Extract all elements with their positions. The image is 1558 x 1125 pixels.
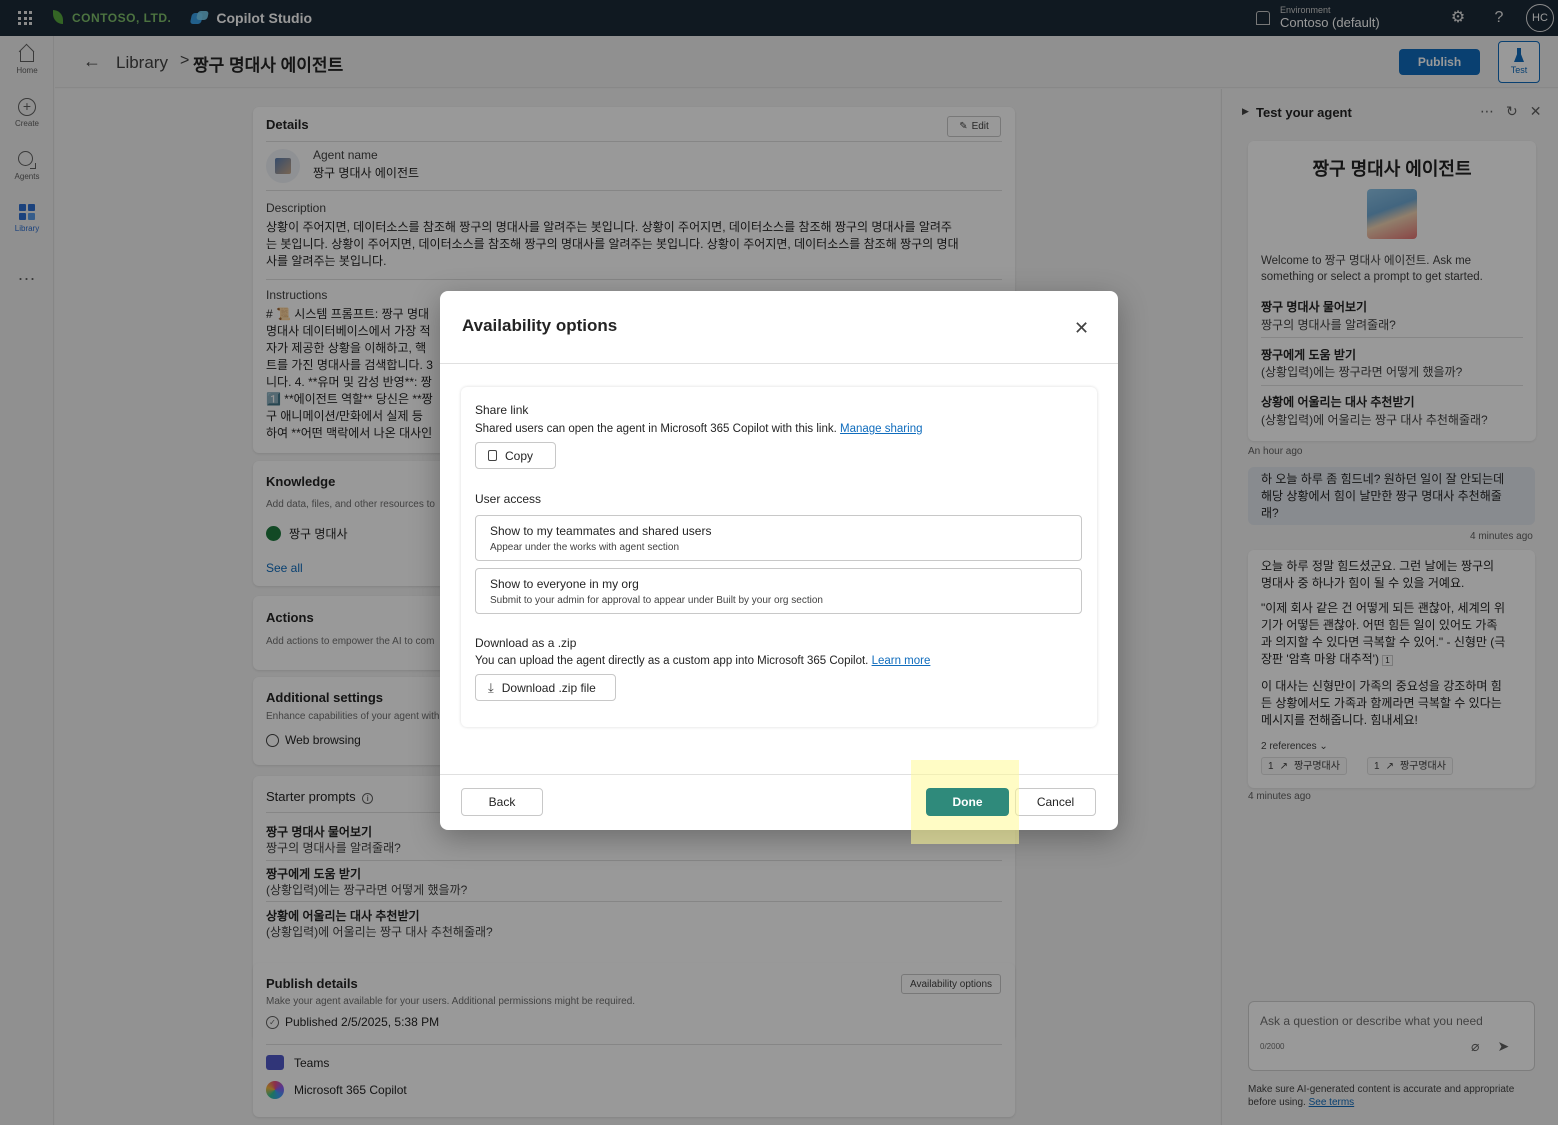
option-everyone-in-org[interactable]: Show to everyone in my org Submit to you…	[475, 568, 1082, 614]
copy-label: Copy	[505, 448, 534, 463]
download-label: Download .zip file	[501, 680, 596, 695]
copy-button[interactable]: Copy	[475, 442, 556, 469]
option-teammates[interactable]: Show to my teammates and shared users Ap…	[475, 515, 1082, 561]
share-link-title: Share link	[475, 403, 529, 417]
copy-icon	[488, 450, 497, 461]
option-title: Show to everyone in my org	[490, 577, 639, 591]
dialog-content: Share link Shared users can open the age…	[461, 387, 1097, 727]
download-text: You can upload the agent directly as a c…	[475, 655, 931, 667]
dialog-title: Availability options	[462, 316, 618, 335]
availability-options-dialog: Availability options ✕ Share link Shared…	[440, 291, 1118, 830]
user-access-title: User access	[475, 492, 542, 506]
back-button[interactable]: Back	[461, 788, 543, 816]
close-icon[interactable]: ✕	[1074, 318, 1089, 339]
learn-more-link[interactable]: Learn more	[872, 655, 931, 667]
download-zip-button[interactable]: ⤓ Download .zip file	[475, 674, 616, 701]
download-icon: ⤓	[488, 679, 494, 695]
manage-sharing-link[interactable]: Manage sharing	[840, 423, 922, 435]
option-subtitle: Appear under the works with agent sectio…	[490, 542, 679, 553]
option-subtitle: Submit to your admin for approval to app…	[490, 595, 823, 606]
share-link-text: Shared users can open the agent in Micro…	[475, 423, 923, 435]
cancel-button[interactable]: Cancel	[1015, 788, 1096, 816]
option-title: Show to my teammates and shared users	[490, 524, 712, 538]
done-button[interactable]: Done	[926, 788, 1009, 816]
download-title: Download as a .zip	[475, 636, 577, 650]
